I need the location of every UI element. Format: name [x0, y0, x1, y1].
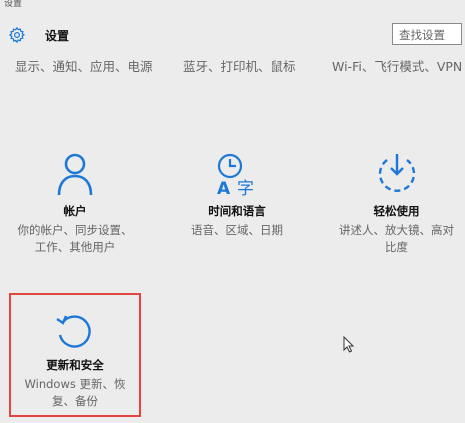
highlight-box — [9, 293, 141, 417]
tile-desc: 语音、区域、日期 — [191, 223, 283, 237]
cursor-icon — [343, 336, 355, 353]
devices-category-desc[interactable]: 蓝牙、打印机、鼠标 — [183, 56, 296, 75]
tile-accounts[interactable]: 帐户 你的帐户、同步设置、 工作、其他用户 — [5, 152, 145, 256]
tile-ease-of-access[interactable]: 轻松使用 讲述人、放大镜、高对 比度 — [328, 152, 465, 256]
ease-of-access-icon — [378, 154, 415, 192]
time-language-icon: A 字 — [217, 153, 254, 196]
tile-time-language[interactable]: A 字 时间和语言 语音、区域、日期 — [172, 152, 302, 239]
svg-text:A: A — [217, 179, 231, 196]
system-category-desc[interactable]: 显示、通知、应用、电源 — [15, 56, 153, 75]
gear-icon — [8, 26, 26, 44]
page-title: 设置 — [45, 29, 70, 43]
search-input[interactable]: 查找设置 — [392, 23, 462, 45]
tile-desc: 讲述人、放大镜、高对 比度 — [339, 223, 454, 254]
network-category-desc[interactable]: Wi-Fi、飞行模式、VPN — [332, 56, 462, 75]
tile-title: 时间和语言 — [208, 204, 266, 218]
tile-desc: 你的帐户、同步设置、 工作、其他用户 — [17, 223, 133, 254]
person-icon — [57, 153, 93, 196]
svg-text:字: 字 — [237, 179, 254, 196]
tile-title: 轻松使用 — [373, 204, 420, 218]
window-title: 设置 — [4, 0, 23, 9]
tile-title: 帐户 — [63, 204, 87, 218]
